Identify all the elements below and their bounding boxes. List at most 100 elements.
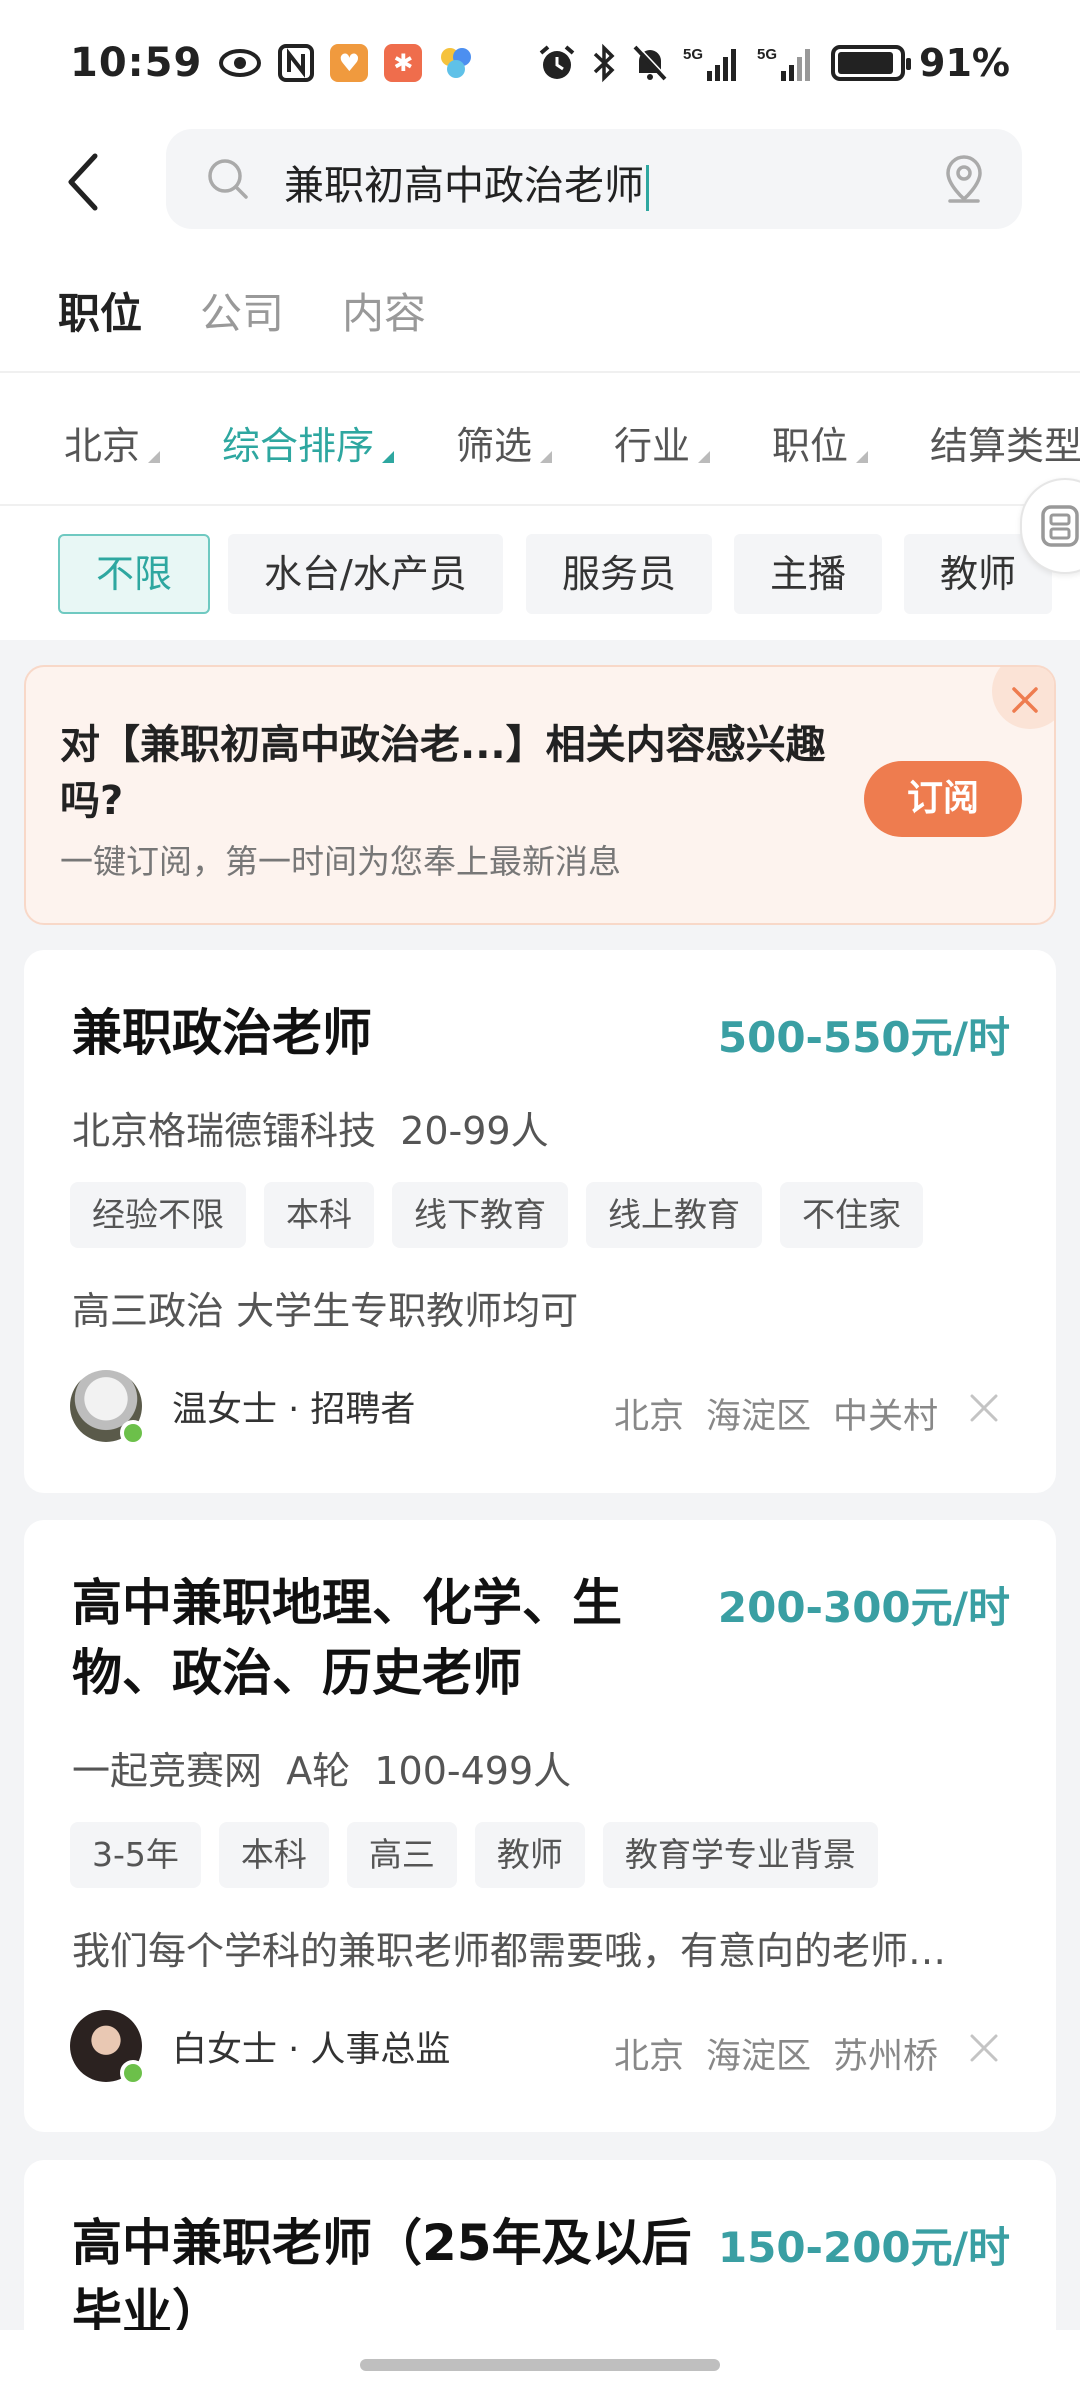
search-header: 兼职初高中政治老师: [0, 125, 1080, 240]
avatar: [70, 1370, 146, 1446]
chip-unlimited[interactable]: 不限: [58, 534, 211, 614]
dropdown-triangle-icon: [856, 451, 869, 463]
toolbox-icon: [1041, 505, 1079, 547]
svg-text:5G: 5G: [683, 46, 703, 63]
dismiss-icon[interactable]: [966, 1390, 1002, 1426]
subscribe-desc: 一键订阅，第一时间为您奉上最新消息: [60, 842, 621, 881]
filter-position[interactable]: 职位: [772, 415, 869, 470]
svg-text:5G: 5G: [757, 46, 777, 63]
job-salary: 200-300元/时: [717, 1583, 1010, 1632]
category-chips: 不限 水台/水产员 服务员 主播 教师: [0, 506, 1080, 640]
dropdown-triangle-icon: [540, 451, 553, 463]
search-icon: [208, 159, 248, 199]
dismiss-icon[interactable]: [966, 2030, 1002, 2066]
search-input[interactable]: 兼职初高中政治老师: [166, 129, 1022, 229]
job-tag: 不住家: [780, 1182, 923, 1248]
subscribe-title: 对【兼职初高中政治老...】相关内容感兴趣吗?: [60, 722, 826, 824]
status-time: 10:59: [70, 39, 203, 86]
signal-5g-icon: 5G: [757, 46, 811, 81]
job-tag: 3-5年: [70, 1822, 201, 1888]
chip-streamer[interactable]: 主播: [734, 534, 883, 614]
app-heart-icon: ♥: [330, 43, 369, 82]
job-tag: 本科: [264, 1182, 374, 1248]
job-tag: 线上教育: [586, 1182, 762, 1248]
job-tags: 3-5年 本科 高三 教师 教育学专业背景: [70, 1822, 878, 1888]
job-tag: 高三: [346, 1822, 457, 1888]
subscribe-close-button[interactable]: [992, 667, 1054, 729]
location-area: 苏州桥: [832, 2037, 938, 2077]
status-bar: 10:59 ♥ ✱ 5G 5G 91%: [0, 0, 1080, 125]
tab-content[interactable]: 内容: [342, 280, 426, 341]
location-district: 海淀区: [705, 1397, 811, 1437]
text-caret: [646, 165, 649, 211]
app-pinwheel-icon: [441, 47, 472, 78]
job-salary: 150-200元/时: [717, 2223, 1010, 2272]
filter-sort[interactable]: 综合排序: [222, 415, 395, 470]
job-title: 兼职政治老师: [72, 1004, 372, 1062]
chip-aquatic[interactable]: 水台/水产员: [228, 534, 503, 614]
location-district: 海淀区: [705, 2037, 811, 2077]
chip-waiter[interactable]: 服务员: [526, 534, 713, 614]
job-tag: 教育学专业背景: [602, 1822, 878, 1888]
back-button[interactable]: [48, 147, 118, 217]
avatar: [70, 2010, 146, 2086]
job-company: 一起竞赛网 A轮 100-499人: [72, 1740, 571, 1795]
job-desc: 高三政治 大学生专职教师均可: [72, 1289, 579, 1333]
filter-city[interactable]: 北京: [64, 415, 161, 470]
job-salary: 500-550元/时: [717, 1013, 1010, 1062]
tab-companies[interactable]: 公司: [200, 280, 284, 341]
battery-percent: 91%: [919, 40, 1010, 85]
company-size: 100-499人: [374, 1749, 572, 1793]
location-city: 北京: [613, 2037, 684, 2077]
map-pin-icon[interactable]: [942, 153, 986, 205]
job-location: 北京 海淀区 中关村: [592, 1388, 938, 1439]
recruiter-name: 白女士 · 人事总监: [172, 2029, 451, 2070]
recruiter-info: 白女士 · 人事总监: [70, 2010, 451, 2086]
nfc-icon: [278, 43, 315, 82]
home-indicator[interactable]: [360, 2359, 720, 2371]
signal-5g-icon: 5G: [683, 46, 737, 81]
alarm-icon: [539, 44, 575, 79]
company-name: 北京格瑞德镭科技: [72, 1109, 377, 1153]
online-status-dot: [120, 1420, 146, 1446]
job-tag: 线下教育: [392, 1182, 568, 1248]
filter-city-label: 北京: [64, 424, 141, 468]
job-card[interactable]: 高中兼职地理、化学、生物、政治、历史老师 200-300元/时 一起竞赛网 A轮…: [24, 1520, 1056, 2132]
job-tag: 经验不限: [70, 1182, 246, 1248]
company-name: 一起竞赛网: [72, 1749, 263, 1793]
job-company: 北京格瑞德镭科技 20-99人: [72, 1100, 549, 1155]
location-area: 中关村: [832, 1397, 938, 1437]
filter-position-label: 职位: [772, 424, 849, 468]
eye-icon: [219, 48, 262, 77]
dropdown-triangle-icon: [148, 451, 161, 463]
filter-sort-label: 综合排序: [222, 424, 375, 468]
app-person-icon: ✱: [384, 43, 423, 82]
tab-jobs[interactable]: 职位: [58, 280, 142, 341]
filter-screen-label: 筛选: [456, 424, 533, 468]
job-title: 高中兼职老师（25年及以后毕业）: [72, 2214, 692, 2342]
filter-bar: 北京 综合排序 筛选 行业 职位 结算类型: [0, 373, 1080, 506]
job-card[interactable]: 兼职政治老师 500-550元/时 北京格瑞德镭科技 20-99人 经验不限 本…: [24, 950, 1056, 1493]
recruiter-info: 温女士 · 招聘者: [70, 1370, 416, 1446]
job-title: 高中兼职地理、化学、生物、政治、历史老师: [72, 1574, 622, 1702]
close-icon: [1012, 687, 1038, 713]
bluetooth-icon: [593, 43, 615, 82]
result-tabs: 职位 公司 内容: [0, 240, 1080, 373]
filter-industry[interactable]: 行业: [614, 415, 711, 470]
job-tags: 经验不限 本科 线下教育 线上教育 不住家: [70, 1182, 923, 1248]
mute-icon: [633, 43, 668, 80]
subscribe-button[interactable]: 订阅: [864, 761, 1022, 837]
recruiter-name: 温女士 · 招聘者: [172, 1389, 416, 1430]
filter-industry-label: 行业: [614, 424, 691, 468]
company-stage: A轮: [286, 1749, 351, 1793]
filter-settlement[interactable]: 结算类型: [930, 415, 1080, 470]
company-size: 20-99人: [400, 1109, 549, 1153]
job-tag: 教师: [474, 1822, 585, 1888]
filter-settlement-label: 结算类型: [930, 424, 1080, 468]
dropdown-triangle-icon: [382, 451, 395, 463]
job-desc: 我们每个学科的兼职老师都需要哦，有意向的老师…: [72, 1929, 947, 1973]
job-location: 北京 海淀区 苏州桥: [592, 2028, 938, 2079]
subscribe-banner: 对【兼职初高中政治老...】相关内容感兴趣吗? 一键订阅，第一时间为您奉上最新消…: [24, 665, 1056, 925]
online-status-dot: [120, 2060, 146, 2086]
filter-screen[interactable]: 筛选: [456, 415, 553, 470]
